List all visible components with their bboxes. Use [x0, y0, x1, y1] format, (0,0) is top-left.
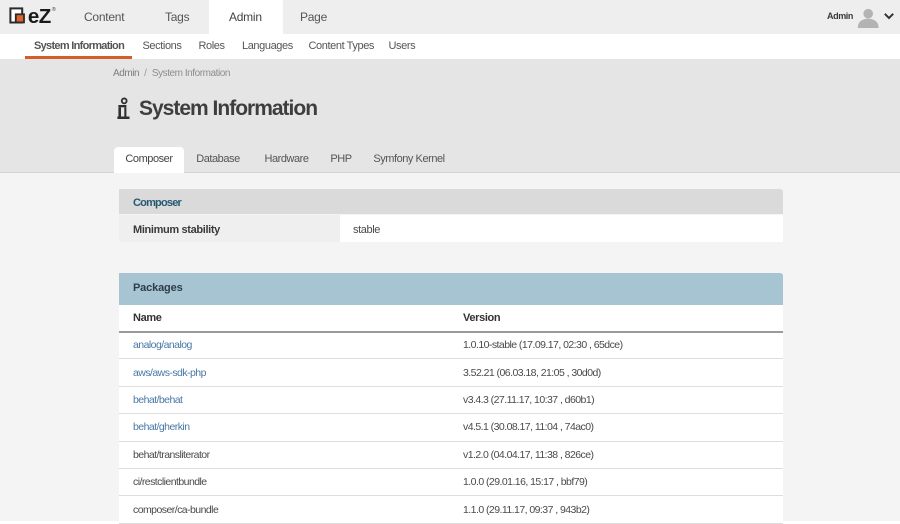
svg-text:eZ: eZ: [28, 5, 51, 28]
svg-text:®: ®: [52, 6, 56, 13]
